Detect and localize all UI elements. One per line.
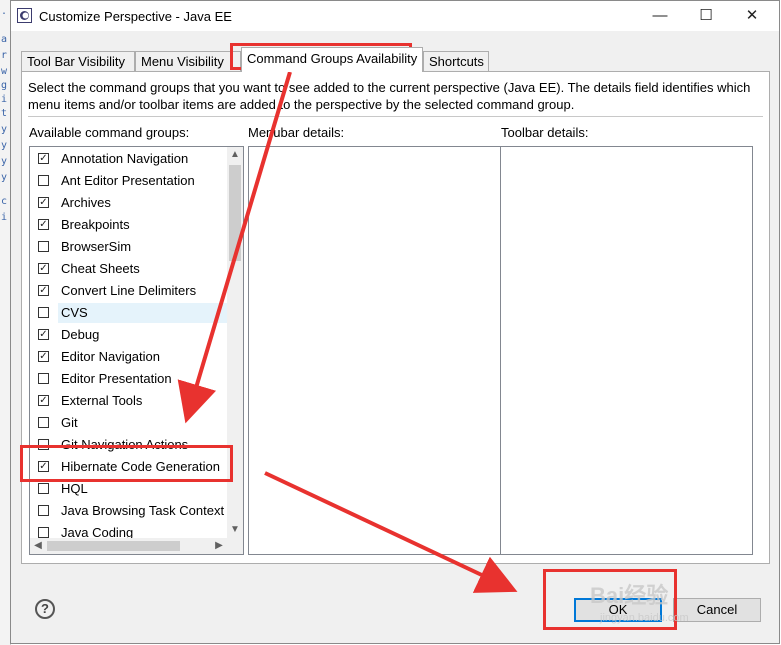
checkbox-unchecked[interactable] xyxy=(38,527,49,538)
available-command-groups-label: Available command groups: xyxy=(29,125,190,140)
command-group-item[interactable]: CVS xyxy=(30,302,227,324)
command-group-item[interactable]: ✓ Archives xyxy=(30,192,227,214)
command-group-item[interactable]: ✓ Breakpoints xyxy=(30,214,227,236)
command-group-label: Breakpoints xyxy=(61,217,130,232)
checkbox-unchecked[interactable] xyxy=(38,417,49,428)
background-code-glyph: y xyxy=(1,172,8,183)
tab-shortcuts[interactable]: Shortcuts xyxy=(423,51,489,71)
command-group-item[interactable]: Java Browsing Task Context xyxy=(30,500,227,522)
close-button[interactable]: ✕ xyxy=(730,1,774,31)
checkbox-unchecked[interactable] xyxy=(38,307,49,318)
tab-command-groups-availability[interactable]: Command Groups Availability xyxy=(241,47,423,72)
menubar-details-label: Menubar details: xyxy=(248,125,345,140)
command-group-label: Archives xyxy=(61,195,111,210)
customize-perspective-dialog: Customize Perspective - Java EE — ☐ ✕ To… xyxy=(10,0,780,644)
checkbox-unchecked[interactable] xyxy=(38,241,49,252)
tab-menu-visibility[interactable]: Menu Visibility xyxy=(135,51,241,71)
checkbox-unchecked[interactable] xyxy=(38,373,49,384)
background-code-glyph: y xyxy=(1,140,8,151)
command-group-label: Cheat Sheets xyxy=(61,261,140,276)
scroll-left-arrow[interactable]: ◀ xyxy=(30,538,46,554)
scroll-corner xyxy=(227,538,243,554)
vertical-scroll-thumb[interactable] xyxy=(229,165,241,261)
minimize-button[interactable]: — xyxy=(638,1,682,31)
background-code-glyph: a xyxy=(1,34,8,45)
command-group-label: Debug xyxy=(61,327,100,342)
command-group-label: BrowserSim xyxy=(61,239,132,254)
background-code-glyph: i xyxy=(1,94,8,105)
background-code-glyph: r xyxy=(1,50,8,61)
command-group-item[interactable]: ✓ Annotation Navigation xyxy=(30,148,227,170)
tab-tool-bar-visibility[interactable]: Tool Bar Visibility xyxy=(21,51,135,71)
toolbar-details-label: Toolbar details: xyxy=(501,125,589,140)
command-group-label: Git xyxy=(61,415,78,430)
command-group-label: Ant Editor Presentation xyxy=(61,173,195,188)
checkbox-checked[interactable]: ✓ xyxy=(38,351,49,362)
background-code-glyph: t xyxy=(1,108,8,119)
background-code-glyph: w xyxy=(1,66,8,77)
command-group-item[interactable]: ✓ Convert Line Delimiters xyxy=(30,280,227,302)
horizontal-scrollbar[interactable]: ◀ ▶ xyxy=(30,538,227,554)
help-button[interactable]: ? xyxy=(35,599,55,619)
description-text: Select the command groups that you want … xyxy=(28,80,751,112)
background-code-glyph: g xyxy=(1,80,8,91)
command-group-item[interactable]: Git xyxy=(30,412,227,434)
maximize-button[interactable]: ☐ xyxy=(684,1,728,31)
toolbar-details-box[interactable] xyxy=(500,146,753,555)
scroll-down-arrow[interactable]: ▼ xyxy=(227,522,243,538)
command-group-item[interactable]: BrowserSim xyxy=(30,236,227,258)
command-group-item[interactable]: Ant Editor Presentation xyxy=(30,170,227,192)
command-group-label: CVS xyxy=(61,305,88,320)
command-group-label: External Tools xyxy=(61,393,143,408)
background-code-glyph: c xyxy=(1,196,8,207)
background-code-glyph: . xyxy=(1,6,8,17)
command-group-item[interactable]: ✓ External Tools xyxy=(30,390,227,412)
command-group-label: Annotation Navigation xyxy=(61,151,189,166)
command-group-label: HQL xyxy=(61,481,88,496)
horizontal-scroll-thumb[interactable] xyxy=(47,541,180,551)
annotation-highlight-hibernate xyxy=(20,445,233,482)
command-group-item[interactable]: Editor Presentation xyxy=(30,368,227,390)
command-groups-list[interactable]: ✓ Annotation Navigation Ant Editor Present… xyxy=(29,146,244,555)
checkbox-checked[interactable]: ✓ xyxy=(38,219,49,230)
command-group-item[interactable]: ✓ Debug xyxy=(30,324,227,346)
eclipse-app-icon xyxy=(17,8,32,23)
menubar-details-box[interactable] xyxy=(248,146,501,555)
scroll-up-arrow[interactable]: ▲ xyxy=(227,147,243,163)
command-group-label: Convert Line Delimiters xyxy=(61,283,197,298)
background-code-glyph: i xyxy=(1,212,8,223)
checkbox-unchecked[interactable] xyxy=(38,483,49,494)
checkbox-checked[interactable]: ✓ xyxy=(38,197,49,208)
checkbox-checked[interactable]: ✓ xyxy=(38,285,49,296)
title-bar: Customize Perspective - Java EE — ☐ ✕ xyxy=(11,1,779,31)
background-code-glyph: y xyxy=(1,124,8,135)
checkbox-checked[interactable]: ✓ xyxy=(38,263,49,274)
checkbox-checked[interactable]: ✓ xyxy=(38,395,49,406)
checkbox-checked[interactable]: ✓ xyxy=(38,153,49,164)
checkbox-unchecked[interactable] xyxy=(38,505,49,516)
checkbox-unchecked[interactable] xyxy=(38,175,49,186)
background-code-glyph: y xyxy=(1,156,8,167)
command-group-item[interactable]: ✓ Editor Navigation xyxy=(30,346,227,368)
checkbox-checked[interactable]: ✓ xyxy=(38,329,49,340)
separator xyxy=(28,116,763,117)
watermark-url: jingyan.baidu.com xyxy=(600,612,689,624)
scroll-right-arrow[interactable]: ▶ xyxy=(211,538,227,554)
watermark-logo: Bai经验 xyxy=(590,583,669,608)
window-title: Customize Perspective - Java EE xyxy=(39,9,232,24)
command-group-label: Editor Presentation xyxy=(61,371,172,386)
command-group-label: Editor Navigation xyxy=(61,349,160,364)
command-group-label: Java Browsing Task Context xyxy=(61,503,225,518)
command-group-item[interactable]: ✓ Cheat Sheets xyxy=(30,258,227,280)
